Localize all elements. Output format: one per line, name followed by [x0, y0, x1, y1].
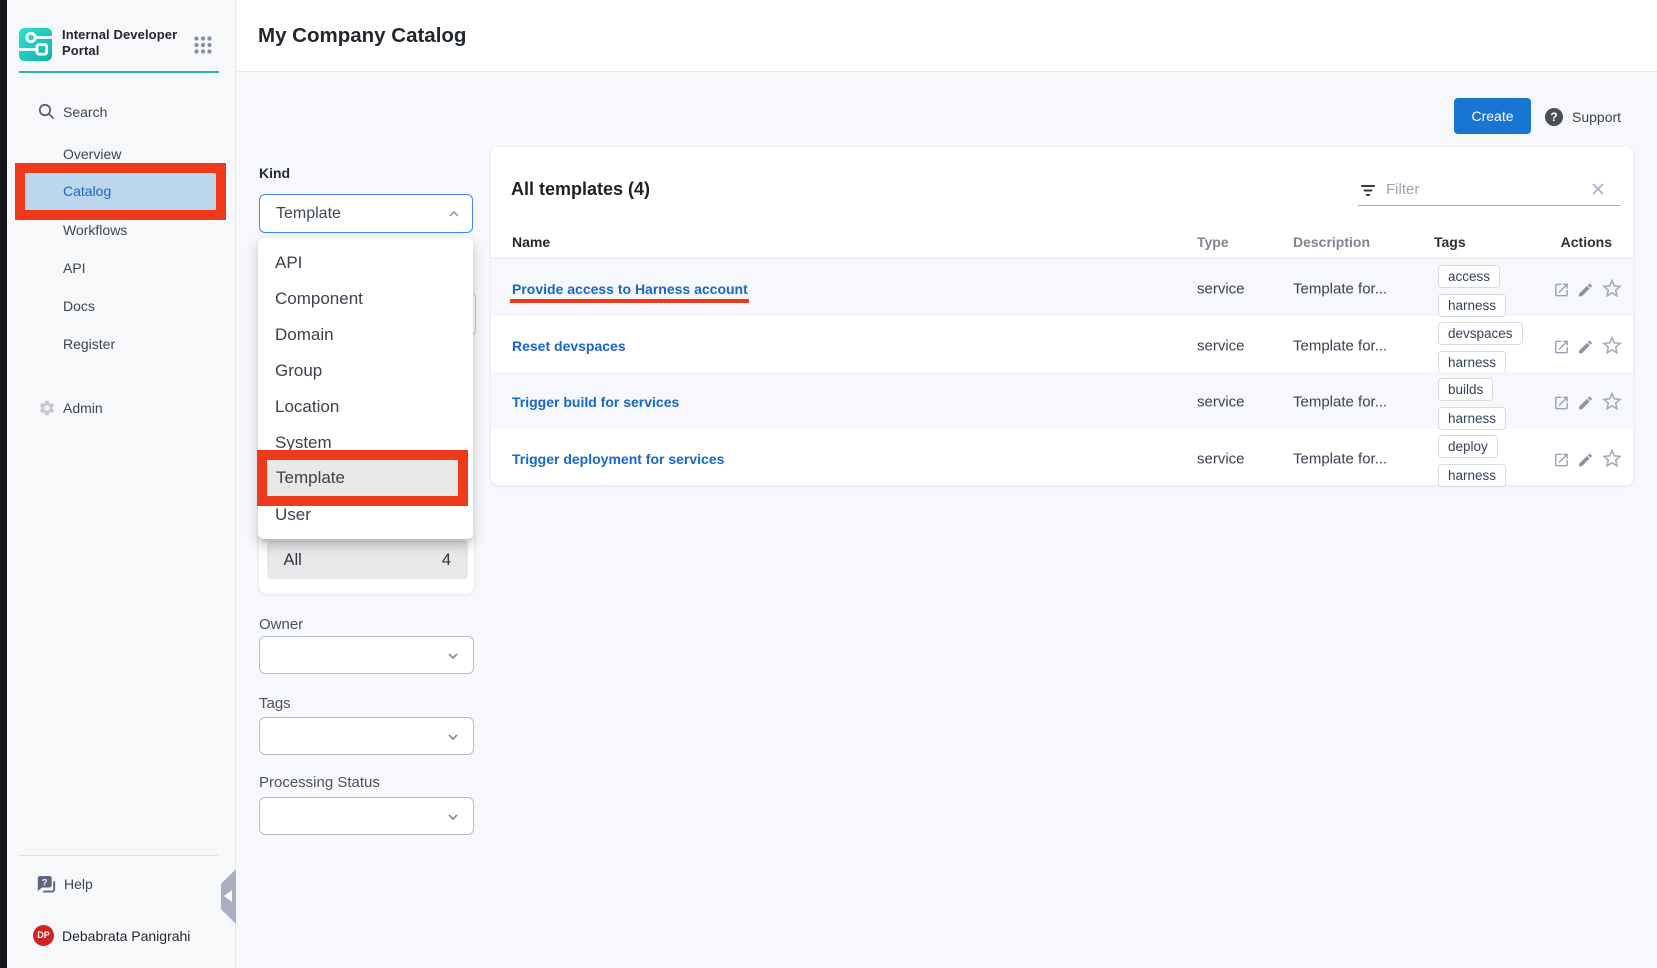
svg-text:?: ? — [42, 877, 48, 888]
